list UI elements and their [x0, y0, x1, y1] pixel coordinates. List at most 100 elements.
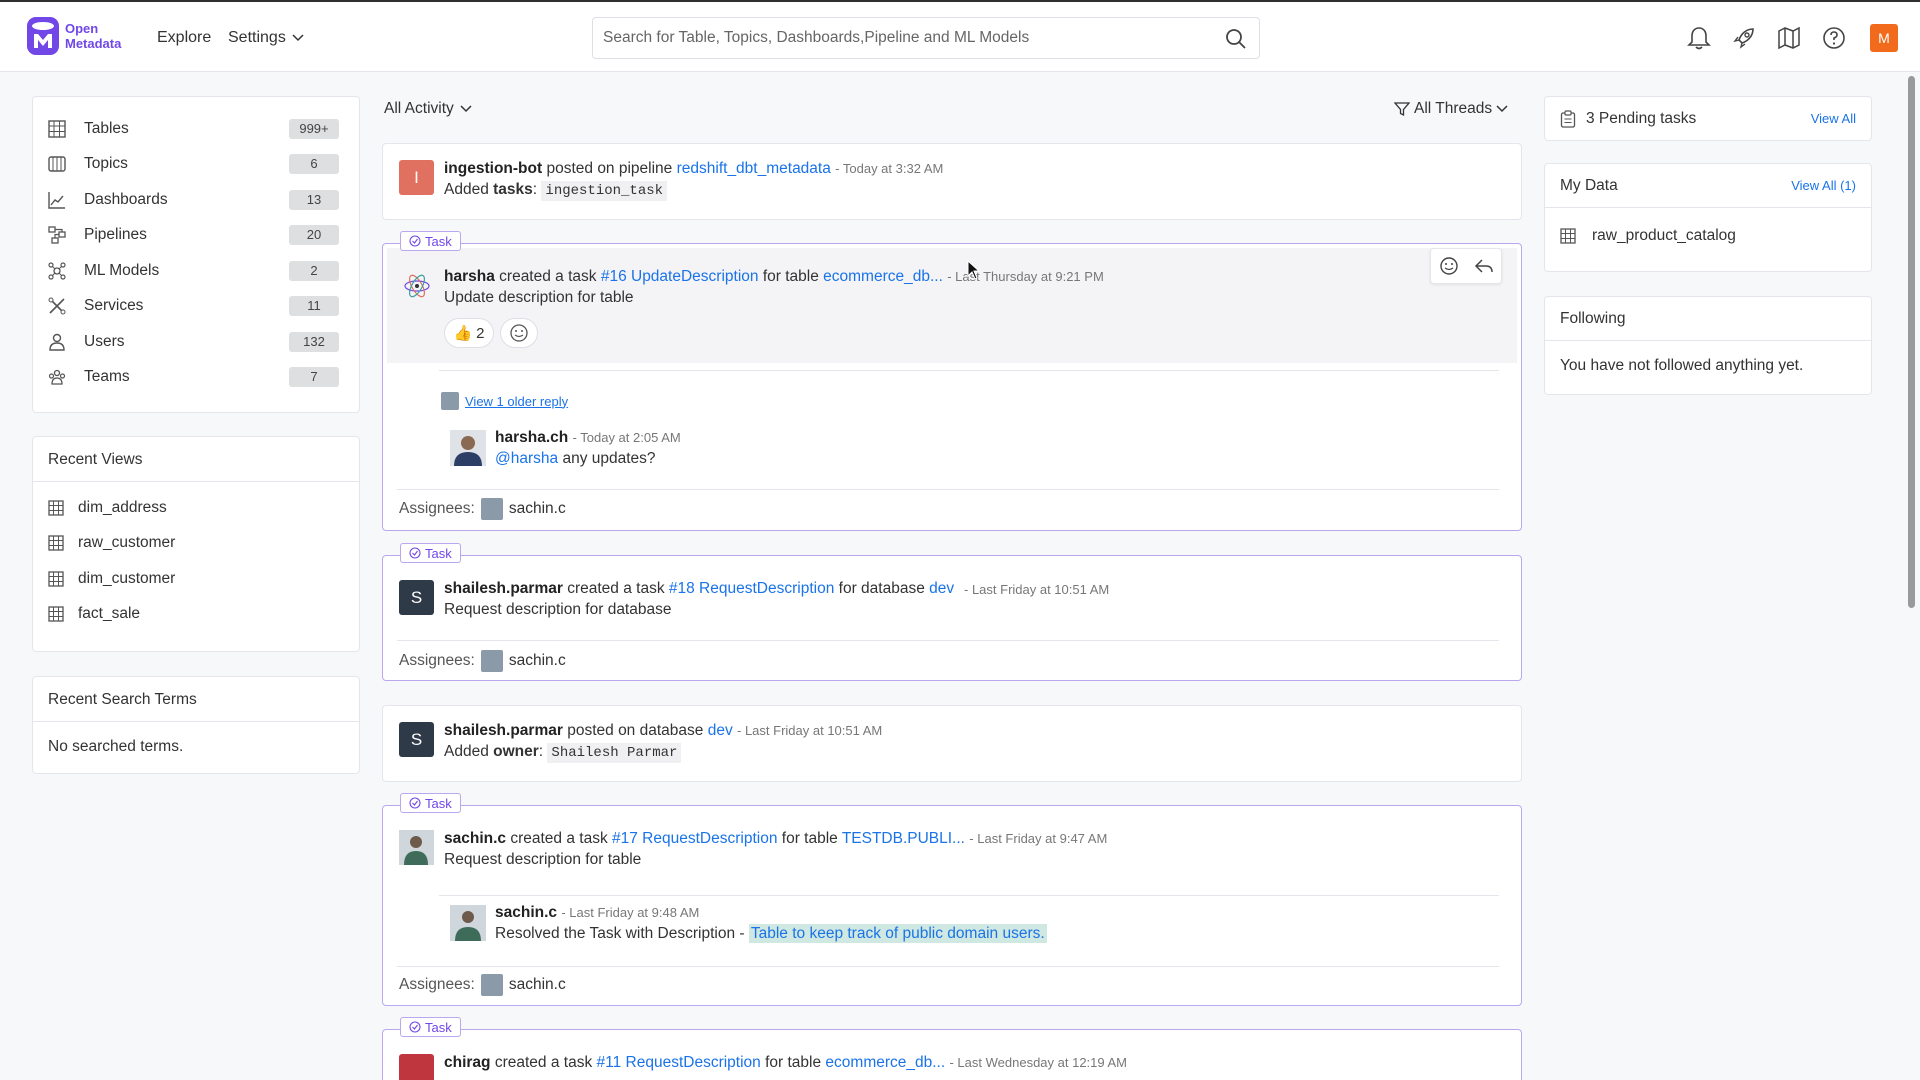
post-author[interactable]: harsha [444, 268, 495, 285]
user-mention[interactable]: @harsha [495, 450, 558, 467]
user-avatar[interactable]: M [1870, 24, 1898, 52]
view-older-reply-link[interactable]: View 1 older reply [465, 394, 568, 409]
teams-icon [48, 366, 70, 388]
global-search [592, 17, 1260, 59]
post-author[interactable]: sachin.c [444, 830, 506, 847]
entity-link[interactable]: ecommerce_db... [823, 268, 943, 285]
body-field: owner [493, 743, 539, 760]
view-all-my-data-link[interactable]: View All (1) [1791, 178, 1856, 193]
thumbs-up-icon: 👍 [453, 325, 473, 342]
reply-author[interactable]: sachin.c [495, 904, 557, 921]
person-photo-icon [399, 830, 434, 865]
sidebar-item-topics[interactable]: Topics 6 [33, 147, 359, 183]
task-tag-label: Task [425, 233, 452, 249]
thread-filter-dropdown[interactable]: All Threads [1394, 100, 1508, 118]
search-icon[interactable] [1225, 28, 1247, 50]
post-mid: for database [838, 580, 925, 597]
sidebar-item-tables[interactable]: Tables 999+ [33, 111, 359, 147]
body-prefix: Added [444, 743, 489, 760]
post-verb: created a task [499, 268, 597, 285]
check-icon [409, 547, 421, 559]
post-verb: created a task [510, 830, 608, 847]
following-header: Following [1545, 297, 1871, 341]
table-icon [48, 500, 64, 516]
assignee-name[interactable]: sachin.c [509, 652, 566, 670]
divider [397, 640, 1499, 641]
search-input[interactable] [593, 18, 1193, 58]
view-all-tasks-link[interactable]: View All [1811, 111, 1856, 126]
bell-icon[interactable] [1686, 25, 1712, 51]
recent-view-item[interactable]: fact_sale [33, 597, 359, 633]
avatar: I [399, 160, 434, 195]
sidebar-item-ml-models[interactable]: ML Models 2 [33, 253, 359, 289]
add-reaction-button[interactable] [500, 318, 538, 348]
count-badge: 6 [289, 154, 339, 175]
post-author[interactable]: shailesh.parmar [444, 722, 563, 739]
reply-body: @harsha any updates? [495, 450, 656, 468]
person-photo-icon [450, 430, 486, 466]
nav-explore[interactable]: Explore [157, 29, 211, 47]
avatar [450, 430, 486, 466]
activity-filter-dropdown[interactable]: All Activity [384, 100, 472, 118]
my-data-item[interactable]: raw_product_catalog [1545, 208, 1871, 264]
avatar [450, 905, 486, 941]
add-reaction-icon[interactable] [1438, 255, 1460, 277]
sidebar-item-label: Pipelines [84, 226, 147, 244]
count-badge: 11 [289, 296, 339, 317]
task-link[interactable]: #17 RequestDescription [612, 830, 777, 847]
sidebar-item-teams[interactable]: Teams 7 [33, 360, 359, 396]
body-field: tasks [493, 181, 533, 198]
table-icon [48, 118, 70, 140]
help-icon[interactable] [1821, 25, 1847, 51]
topic-icon [48, 153, 70, 175]
task-link[interactable]: #16 UpdateDescription [601, 268, 759, 285]
openmetadata-logo[interactable]: Open Metadata [26, 16, 121, 56]
assignee-name[interactable]: sachin.c [509, 500, 566, 518]
entity-link[interactable]: TESTDB.PUBLI... [842, 830, 965, 847]
recent-search-title: Recent Search Terms [33, 677, 359, 722]
entity-link[interactable]: ecommerce_db... [825, 1054, 945, 1071]
recent-search-empty: No searched terms. [48, 738, 184, 755]
sidebar-item-users[interactable]: Users 132 [33, 324, 359, 360]
post-body: Request description for table [444, 851, 642, 868]
sidebar-item-services[interactable]: Services 11 [33, 289, 359, 325]
assignees-label: Assignees: [399, 976, 475, 993]
post-header: ingestion-bot posted on pipeline redshif… [444, 160, 943, 178]
entity-link[interactable]: dev [708, 722, 733, 739]
tour-map-icon[interactable] [1776, 25, 1802, 51]
entity-link[interactable]: redshift_dbt_metadata [677, 160, 831, 177]
body-code: ingestion_task [541, 181, 668, 201]
sidebar-item-pipelines[interactable]: Pipelines 20 [33, 218, 359, 254]
avatar [399, 268, 434, 303]
task-post: chirag created a task #11 RequestDescrip… [382, 1029, 1522, 1080]
recent-view-label: fact_sale [78, 605, 141, 623]
post-time: - Today at 3:32 AM [835, 161, 944, 176]
top-action-icons: M [1686, 24, 1898, 52]
my-data-header: My Data View All (1) [1545, 164, 1871, 208]
following-empty: You have not followed anything yet. [1560, 357, 1804, 374]
reply-author[interactable]: harsha.ch [495, 429, 568, 446]
post-time: - Last Friday at 10:51 AM [964, 582, 1110, 597]
user-icon [48, 331, 70, 353]
post-author[interactable]: ingestion-bot [444, 160, 542, 177]
task-post: S shailesh.parmar created a task #18 Req… [382, 555, 1522, 681]
reply-text: any updates? [562, 450, 656, 467]
assignee-name[interactable]: sachin.c [509, 976, 566, 994]
recent-view-item[interactable]: raw_customer [33, 526, 359, 562]
assignees-row: Assignees: sachin.c [399, 974, 566, 996]
sidebar-item-dashboards[interactable]: Dashboards 13 [33, 182, 359, 218]
scrollbar-thumb[interactable] [1908, 76, 1915, 608]
post-author[interactable]: chirag [444, 1054, 491, 1071]
task-link[interactable]: #11 RequestDescription [597, 1054, 761, 1071]
sidebar-item-label: Services [84, 297, 144, 315]
recent-view-item[interactable]: dim_address [33, 490, 359, 526]
post-verb: created a task [494, 1054, 593, 1071]
reply-icon[interactable] [1473, 255, 1495, 277]
task-link[interactable]: #18 RequestDescription [669, 580, 834, 597]
entity-link[interactable]: dev [929, 580, 954, 597]
post-author[interactable]: shailesh.parmar [444, 580, 563, 597]
recent-view-item[interactable]: dim_customer [33, 561, 359, 597]
nav-settings[interactable]: Settings [228, 29, 304, 47]
rocket-icon[interactable] [1731, 25, 1757, 51]
reaction-thumbs-up[interactable]: 👍 2 [444, 318, 494, 348]
